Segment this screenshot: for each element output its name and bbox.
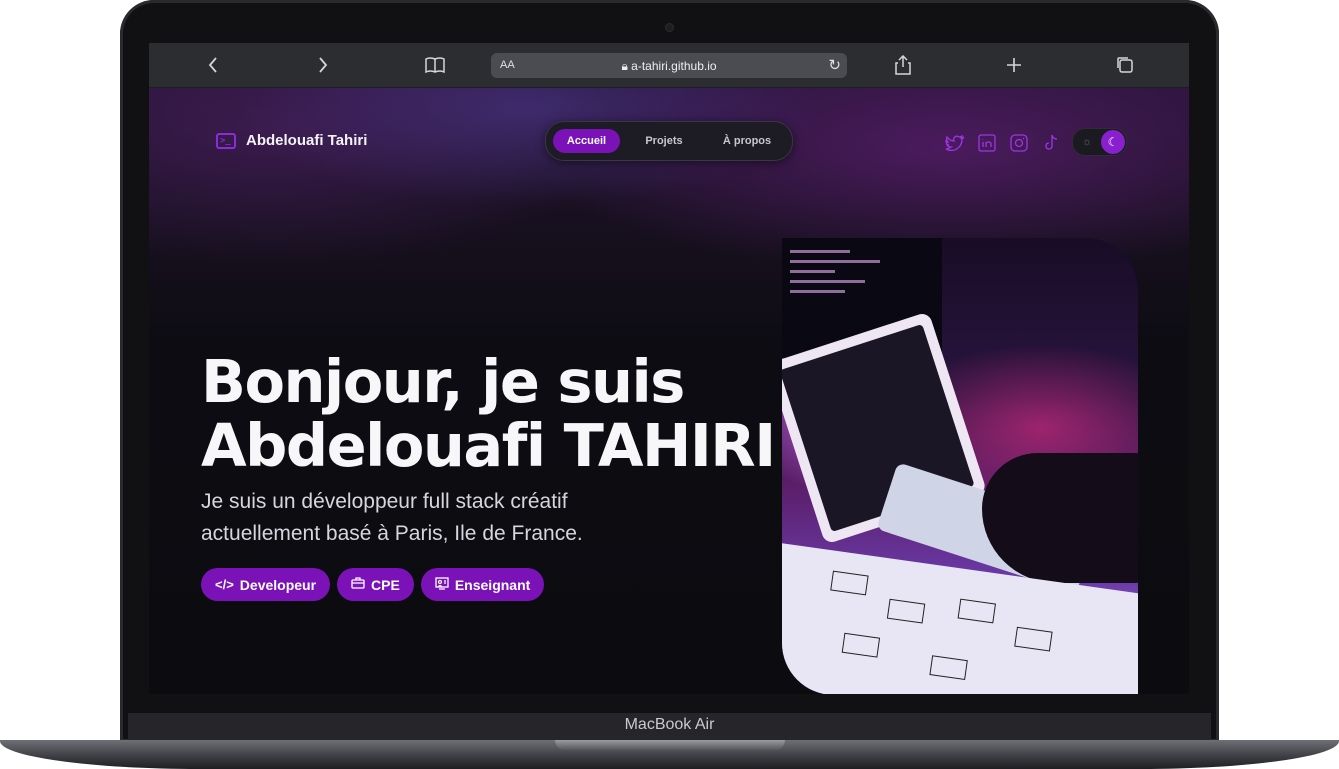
main-nav: Accueil Projets À propos [545, 121, 793, 161]
briefcase-icon [351, 577, 365, 592]
web-page: >_ Abdelouafi Tahiri Accueil Projets À p… [149, 88, 1189, 694]
hero-photo-developer-desk [782, 238, 1138, 694]
chevron-right-icon[interactable] [309, 51, 337, 79]
hero-title-line-2: Abdelouafi TAHIRI [201, 411, 776, 480]
chevron-left-icon[interactable] [199, 51, 227, 79]
moon-icon: ☾ [1101, 130, 1125, 154]
laptop-notch [555, 740, 785, 750]
book-icon[interactable] [421, 51, 449, 79]
hero-title-line-1: Bonjour, je suis [201, 347, 685, 416]
tiktok-icon[interactable] [1040, 132, 1061, 153]
site-brand[interactable]: >_ Abdelouafi Tahiri [216, 132, 367, 149]
share-icon[interactable] [889, 51, 917, 79]
tag-cpe[interactable]: CPE [337, 568, 414, 601]
tag-label: Developeur [239, 576, 317, 593]
terminal-icon: >_ [216, 132, 236, 149]
reload-icon[interactable]: ↻ [828, 56, 841, 74]
brand-name: Abdelouafi Tahiri [246, 132, 368, 149]
nav-item-projets[interactable]: Projets [632, 129, 696, 153]
browser-toolbar: AA 🔒︎ a-tahiri.github.io ↻ [149, 43, 1189, 88]
url-display: 🔒︎ a-tahiri.github.io [491, 59, 847, 74]
screen: AA 🔒︎ a-tahiri.github.io ↻ >_ Abdelouafi… [149, 43, 1189, 694]
tag-developeur[interactable]: </> Developeur [201, 568, 331, 601]
address-bar[interactable]: AA 🔒︎ a-tahiri.github.io ↻ [491, 53, 847, 78]
role-tags: </> Developeur CPE Enseignant [201, 568, 545, 601]
camera [666, 24, 673, 31]
nav-item-accueil[interactable]: Accueil [553, 129, 620, 153]
linkedin-icon[interactable] [976, 132, 997, 153]
device-label: MacBook Air [624, 716, 715, 733]
hero-subtitle: Je suis un développeur full stack créati… [201, 486, 631, 550]
social-links [944, 132, 1061, 153]
lock-icon: 🔒︎ [621, 59, 628, 73]
hero-title: Bonjour, je suis Abdelouafi TAHIRI [201, 350, 781, 478]
nav-item-a-propos[interactable]: À propos [709, 129, 785, 153]
teacher-icon [435, 576, 449, 593]
tag-label: Enseignant [454, 576, 531, 593]
plus-icon[interactable] [1000, 51, 1028, 79]
tag-enseignant[interactable]: Enseignant [420, 568, 545, 601]
code-icon: </> [215, 577, 234, 592]
instagram-icon[interactable] [1008, 132, 1029, 153]
theme-toggle[interactable]: ☼ ☾ [1072, 128, 1127, 156]
photo-hand [982, 453, 1138, 583]
tabs-icon[interactable] [1111, 51, 1139, 79]
hero-subtitle-line-1: Je suis un développeur full stack créati… [201, 490, 568, 513]
tag-label: CPE [371, 576, 400, 593]
twitter-icon[interactable] [944, 132, 965, 153]
sun-icon: ☼ [1081, 136, 1093, 148]
hero-subtitle-line-2: actuellement basé à Paris, Ile de France… [201, 522, 583, 545]
url-text: a-tahiri.github.io [631, 59, 717, 73]
